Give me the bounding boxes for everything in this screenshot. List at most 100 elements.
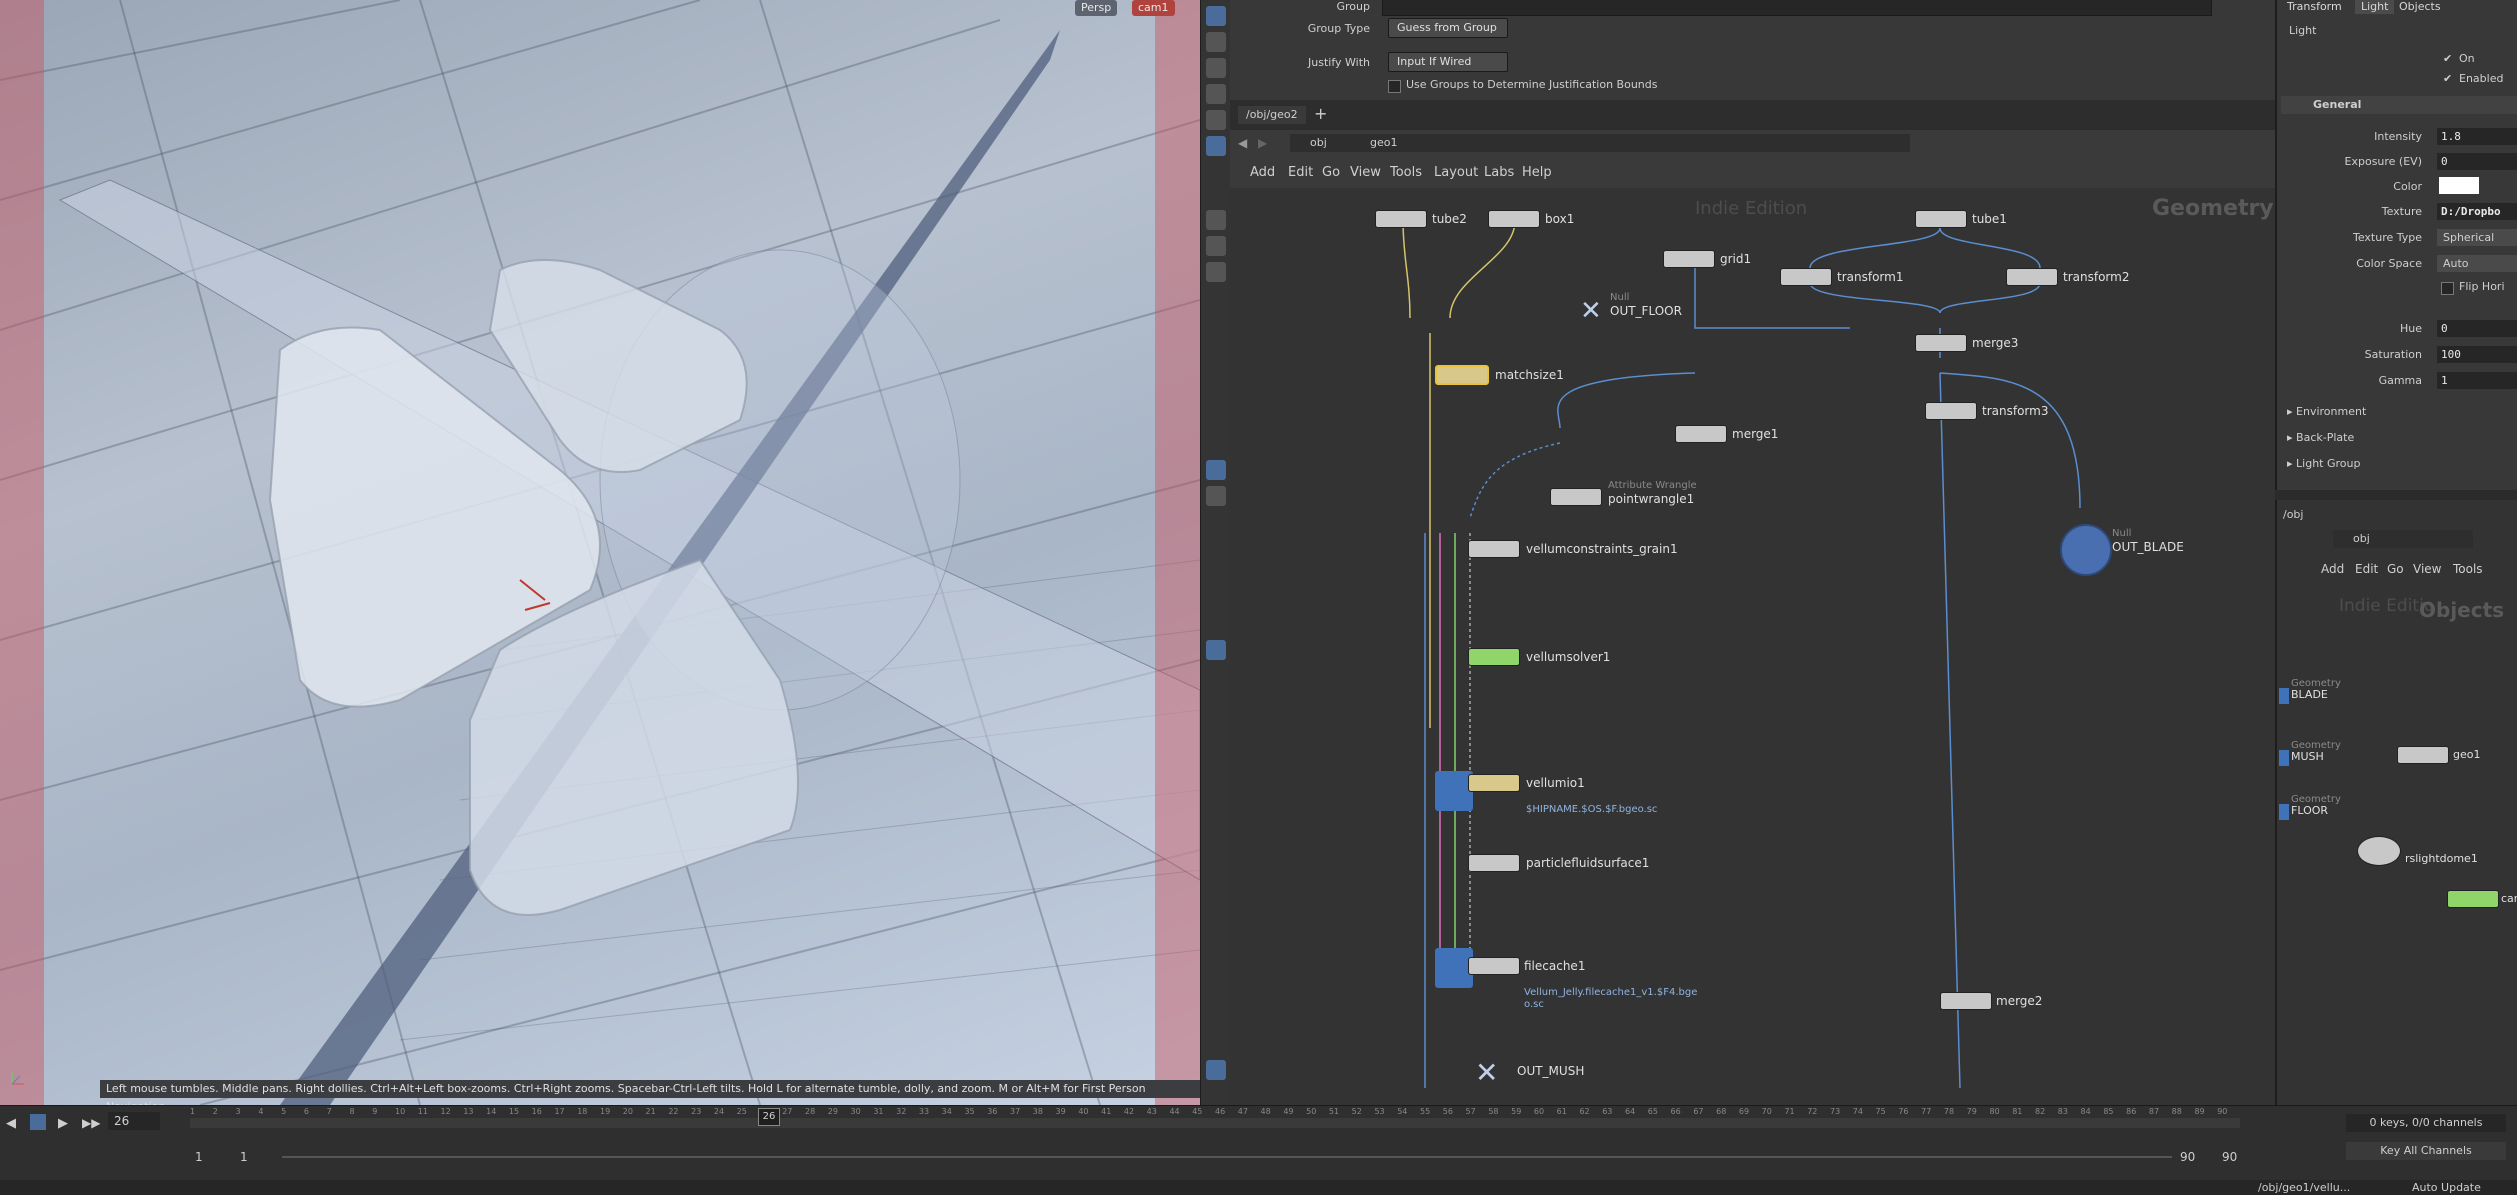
timeline-track[interactable] [190, 1118, 2240, 1128]
obj-menu-edit[interactable]: Edit [2355, 562, 2378, 576]
gamma-field[interactable]: 1 [2437, 372, 2517, 389]
group-type-menu[interactable]: Guess from Group [1388, 18, 1508, 38]
floor-node[interactable] [2279, 804, 2289, 820]
add-tab-icon[interactable]: + [1314, 104, 1327, 123]
texture-field[interactable]: D:/Dropbo [2437, 203, 2517, 220]
camera-name-menu[interactable]: cam1 [1132, 0, 1175, 16]
enabled-checkbox-icon[interactable]: ✔ [2443, 72, 2452, 85]
tab-light[interactable]: Light [2355, 0, 2395, 14]
obj-menu-go[interactable]: Go [2387, 562, 2404, 576]
tab-transform[interactable]: Transform [2281, 0, 2348, 14]
network-tab[interactable]: /obj/geo2 [1238, 106, 1306, 124]
menu-tools[interactable]: Tools [1390, 165, 1422, 180]
texture-type-menu[interactable]: Spherical [2437, 229, 2517, 246]
justify-with-menu[interactable]: Input If Wired [1388, 52, 1508, 72]
menu-view[interactable]: View [1350, 165, 1381, 180]
node-tube2[interactable] [1375, 210, 1427, 228]
auto-update-menu[interactable]: Auto Update [2412, 1181, 2481, 1194]
node-particlefluidsurface1[interactable] [1468, 854, 1520, 872]
node-filecache1[interactable] [1468, 957, 1520, 975]
null-node-icon[interactable]: ✕ [1580, 298, 1606, 324]
light-tool-icon[interactable] [1206, 640, 1226, 660]
scene-viewport[interactable]: Persp cam1 Left mouse tumbles. Middle pa… [0, 0, 1200, 1105]
node-out-blade[interactable] [2060, 524, 2112, 576]
move-tool-icon[interactable] [1206, 32, 1226, 52]
environment-section[interactable]: ▸ Environment [2287, 405, 2366, 418]
pose-tool-icon[interactable] [1206, 236, 1226, 256]
snap-tool-icon[interactable] [1206, 210, 1226, 230]
hue-field[interactable]: 0 [2437, 320, 2517, 337]
node-grid1[interactable] [1663, 250, 1715, 268]
blade-node[interactable] [2279, 688, 2289, 704]
menu-edit[interactable]: Edit [1288, 165, 1313, 180]
exposure-field[interactable]: 0 [2437, 153, 2517, 170]
color-swatch[interactable] [2439, 177, 2479, 194]
network-canvas[interactable]: Indie Edition Geometry tube2 box1 grid1 … [1230, 188, 2275, 1105]
on-checkbox-icon[interactable]: ✔ [2443, 52, 2452, 65]
stop-button-icon[interactable] [30, 1114, 46, 1130]
key-all-channels-menu[interactable]: Key All Channels [2346, 1142, 2506, 1160]
path-current[interactable]: geo1 [1342, 134, 1910, 152]
menu-help[interactable]: Help [1522, 165, 1552, 180]
layout-tool-icon[interactable] [1206, 1060, 1226, 1080]
menu-layout[interactable]: Layout [1434, 165, 1478, 180]
step-back-icon[interactable]: ◀ [6, 1116, 16, 1131]
scale-tool-icon[interactable] [1206, 84, 1226, 104]
menu-go[interactable]: Go [1322, 165, 1340, 180]
end-frame[interactable]: 90 [2180, 1150, 2195, 1164]
range-slider[interactable] [282, 1156, 2172, 1158]
lightgroup-section[interactable]: ▸ Light Group [2287, 457, 2360, 470]
mush-node[interactable] [2279, 750, 2289, 766]
node-vellumconstraints[interactable] [1468, 540, 1520, 558]
menu-labs[interactable]: Labs [1484, 165, 1514, 180]
node-matchsize1[interactable] [1435, 365, 1489, 385]
flip-checkbox[interactable] [2441, 282, 2454, 295]
obj-menu-tools[interactable]: Tools [2453, 562, 2483, 576]
node-merge3[interactable] [1915, 334, 1967, 352]
node-transform2[interactable] [2006, 268, 2058, 286]
brush-tool-icon[interactable] [1206, 262, 1226, 282]
out-mush-null-icon[interactable]: ✕ [1475, 1058, 1505, 1088]
node-vellumsolver1[interactable] [1468, 648, 1520, 666]
view-tool-icon[interactable] [1206, 136, 1226, 156]
start-frame-2[interactable]: 1 [240, 1150, 248, 1164]
display-tool-icon[interactable] [1206, 460, 1226, 480]
back-arrow-icon[interactable]: ◀ [1238, 136, 1247, 150]
node-box1[interactable] [1488, 210, 1540, 228]
play-button-icon[interactable]: ▶ [58, 1116, 68, 1131]
jump-end-icon[interactable]: ▶▶ [82, 1116, 100, 1130]
current-frame-field[interactable]: 26 [108, 1112, 160, 1130]
select-tool-icon[interactable] [1206, 6, 1226, 26]
node-vellumio1[interactable] [1468, 774, 1520, 792]
saturation-field[interactable]: 100 [2437, 346, 2517, 363]
backplate-section[interactable]: ▸ Back-Plate [2287, 431, 2354, 444]
obj-menu-view[interactable]: View [2413, 562, 2441, 576]
forward-arrow-icon[interactable]: ▶ [1258, 136, 1267, 150]
node-merge1[interactable] [1675, 425, 1727, 443]
geo1-node[interactable] [2397, 746, 2449, 764]
end-frame-2[interactable]: 90 [2222, 1150, 2237, 1164]
intensity-field[interactable]: 1.8 [2437, 128, 2517, 145]
shading-tool-icon[interactable] [1206, 486, 1226, 506]
handle-tool-icon[interactable] [1206, 110, 1226, 130]
obj-menu-add[interactable]: Add [2321, 562, 2344, 576]
camera-node[interactable] [2447, 890, 2499, 908]
node-merge2[interactable] [1940, 992, 1992, 1010]
rslightdome-node[interactable] [2357, 836, 2401, 866]
camera-view-menu[interactable]: Persp [1075, 0, 1118, 16]
color-space-menu[interactable]: Auto [2437, 255, 2517, 272]
frame-marker[interactable]: 26 [758, 1108, 780, 1126]
node-transform3[interactable] [1925, 402, 1977, 420]
tab-objects[interactable]: Objects [2393, 0, 2447, 14]
object-path[interactable]: obj [2333, 530, 2473, 548]
node-transform1[interactable] [1780, 268, 1832, 286]
node-pointwrangle1[interactable] [1550, 488, 1602, 506]
start-frame[interactable]: 1 [195, 1150, 203, 1164]
node-tube1[interactable] [1915, 210, 1967, 228]
rotate-tool-icon[interactable] [1206, 58, 1226, 78]
justification-checkbox[interactable] [1388, 80, 1401, 93]
subtab-light[interactable]: Light [2289, 24, 2316, 37]
object-tab[interactable]: /obj [2283, 508, 2303, 521]
group-field[interactable] [1382, 0, 2212, 16]
menu-add[interactable]: Add [1250, 165, 1275, 180]
